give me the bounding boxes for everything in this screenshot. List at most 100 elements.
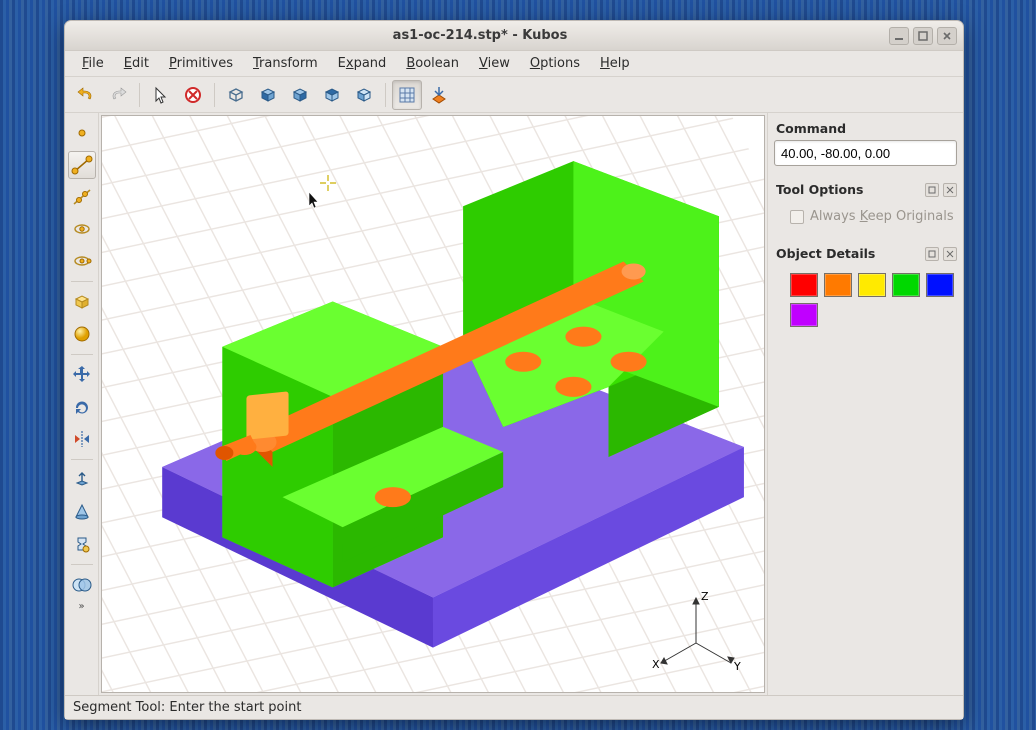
- line-tool-button[interactable]: [68, 183, 96, 211]
- axis-z-label: Z: [701, 590, 709, 603]
- color-swatch-purple[interactable]: [790, 303, 818, 327]
- statusbar: Segment Tool: Enter the start point: [65, 695, 963, 719]
- delete-icon: [183, 85, 203, 105]
- cone-icon: [71, 501, 93, 523]
- object-details-detach-button[interactable]: [925, 247, 939, 261]
- pointer-icon: [152, 86, 170, 104]
- menubar: File Edit Primitives Transform Expand Bo…: [65, 51, 963, 77]
- mirror-tool-button[interactable]: [68, 425, 96, 453]
- maximize-button[interactable]: [913, 27, 933, 45]
- always-keep-row: Always Keep Originals: [774, 201, 957, 230]
- object-details-close-button[interactable]: [943, 247, 957, 261]
- tool-options-detach-button[interactable]: [925, 183, 939, 197]
- lathe-tool-button[interactable]: [68, 530, 96, 558]
- app-window: as1-oc-214.stp* - Kubos File Edit Primit…: [64, 20, 964, 720]
- detach-icon: [928, 250, 936, 258]
- color-swatch-red[interactable]: [790, 273, 818, 297]
- cube-right-icon: [289, 84, 311, 106]
- undo-button[interactable]: [71, 80, 101, 110]
- sphere-icon: [71, 323, 93, 345]
- always-keep-label: Always Keep Originals: [810, 209, 954, 224]
- undo-icon: [76, 85, 96, 105]
- menu-primitives[interactable]: Primitives: [160, 52, 242, 75]
- cursor-icon: [307, 191, 323, 209]
- titlebar: as1-oc-214.stp* - Kubos: [65, 21, 963, 51]
- menu-transform[interactable]: Transform: [244, 52, 327, 75]
- color-swatch-blue[interactable]: [926, 273, 954, 297]
- boolean-tool-button[interactable]: [68, 571, 96, 599]
- extrude-tool-button[interactable]: [68, 466, 96, 494]
- redo-icon: [108, 85, 128, 105]
- point-tool-button[interactable]: [68, 119, 96, 147]
- color-swatch-green[interactable]: [892, 273, 920, 297]
- menu-file[interactable]: File: [73, 52, 113, 75]
- command-input[interactable]: [774, 140, 957, 166]
- grid-toggle-button[interactable]: [392, 80, 422, 110]
- left-toolbar: »: [65, 113, 99, 695]
- menu-view[interactable]: View: [470, 52, 519, 75]
- close-button[interactable]: [937, 27, 957, 45]
- cube-left-icon: [257, 84, 279, 106]
- circle-tangent-tool-button[interactable]: [68, 247, 96, 275]
- axis-planes-button[interactable]: [424, 80, 454, 110]
- color-swatch-yellow[interactable]: [858, 273, 886, 297]
- menu-edit[interactable]: Edit: [115, 52, 158, 75]
- minimize-button[interactable]: [889, 27, 909, 45]
- object-details-header: Object Details: [774, 242, 957, 263]
- menu-help[interactable]: Help: [591, 52, 639, 75]
- move-tool-button[interactable]: [68, 361, 96, 389]
- cube-top-icon: [321, 84, 343, 106]
- mirror-icon: [71, 428, 93, 450]
- menu-boolean[interactable]: Boolean: [397, 52, 468, 75]
- view-right-button[interactable]: [285, 80, 315, 110]
- view-top-button[interactable]: [317, 80, 347, 110]
- window-buttons: [889, 27, 957, 45]
- circle-center-tool-button[interactable]: [68, 215, 96, 243]
- status-text: Segment Tool: Enter the start point: [73, 700, 301, 715]
- lathe-icon: [71, 533, 93, 555]
- axis-gizmo: Z X Y: [646, 588, 746, 678]
- box-tool-button[interactable]: [68, 288, 96, 316]
- segment-tool-button[interactable]: [68, 151, 96, 179]
- viewport[interactable]: Z X Y: [101, 115, 765, 693]
- toolbar-overflow-icon[interactable]: »: [78, 601, 84, 612]
- tool-options-close-button[interactable]: [943, 183, 957, 197]
- pointer-button[interactable]: [146, 80, 176, 110]
- move-icon: [71, 364, 93, 386]
- always-keep-checkbox[interactable]: [790, 210, 804, 224]
- command-header: Command: [774, 117, 957, 138]
- point-icon: [73, 124, 91, 142]
- segment-icon: [71, 154, 93, 176]
- rotate-icon: [71, 396, 93, 418]
- view-iso-button[interactable]: [221, 80, 251, 110]
- axis-planes-icon: [429, 85, 449, 105]
- work-area: »: [65, 113, 963, 695]
- color-swatch-orange[interactable]: [824, 273, 852, 297]
- extrude-icon: [71, 469, 93, 491]
- boolean-icon: [71, 574, 93, 596]
- command-header-label: Command: [776, 121, 846, 136]
- rotate-tool-button[interactable]: [68, 393, 96, 421]
- cube-wire-icon: [225, 84, 247, 106]
- line-icon: [71, 186, 93, 208]
- window-title: as1-oc-214.stp* - Kubos: [71, 28, 889, 43]
- close-icon: [946, 186, 954, 194]
- view-left-button[interactable]: [253, 80, 283, 110]
- right-panel: Command Tool Options Always Keep Origina…: [767, 113, 963, 695]
- box-icon: [71, 291, 93, 313]
- top-toolbar: [65, 77, 963, 113]
- axis-y-label: Y: [733, 660, 741, 673]
- menu-expand[interactable]: Expand: [329, 52, 396, 75]
- circle-center-icon: [71, 218, 93, 240]
- tool-options-header-label: Tool Options: [776, 182, 863, 197]
- color-swatches: [774, 265, 957, 329]
- sphere-tool-button[interactable]: [68, 320, 96, 348]
- object-details-header-label: Object Details: [776, 246, 875, 261]
- close-icon: [946, 250, 954, 258]
- cone-tool-button[interactable]: [68, 498, 96, 526]
- menu-options[interactable]: Options: [521, 52, 589, 75]
- delete-button[interactable]: [178, 80, 208, 110]
- redo-button[interactable]: [103, 80, 133, 110]
- view-front-button[interactable]: [349, 80, 379, 110]
- tool-options-header: Tool Options: [774, 178, 957, 199]
